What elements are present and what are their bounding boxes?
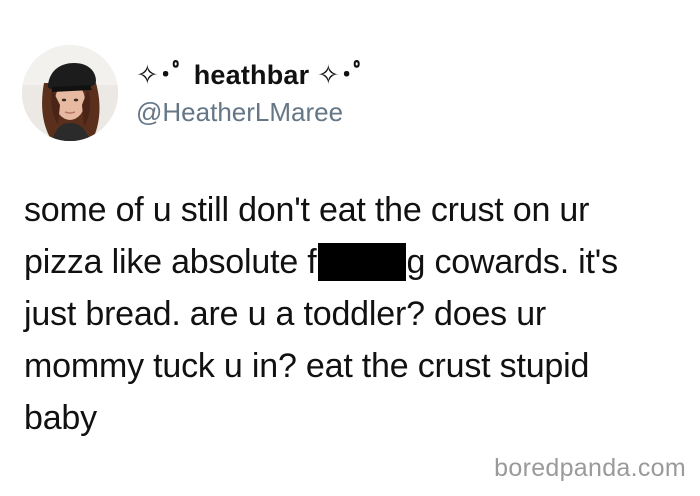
tweet-line: mommy tuck u in? eat the crust stupid	[24, 347, 590, 385]
user-handle[interactable]: @HeatherLMaree	[136, 96, 656, 128]
tweet-line-segment: g cowards. it's	[406, 243, 619, 281]
tweet-line: baby	[24, 399, 97, 437]
tweet-line: pizza like absolute f g cowards. it's	[24, 236, 684, 288]
display-name[interactable]: ✧･ﾟ heathbar ✧･ﾟ	[136, 58, 656, 92]
tweet-line: just bread. are u a toddler? does ur	[24, 295, 547, 333]
tweet-line-segment: pizza like absolute f	[24, 243, 317, 281]
tweet-card: ✧･ﾟ heathbar ✧･ﾟ @HeatherLMaree some of …	[0, 0, 700, 496]
avatar[interactable]	[22, 45, 118, 141]
tweet-text: some of u still don't eat the crust on u…	[24, 184, 684, 444]
author-names: ✧･ﾟ heathbar ✧･ﾟ @HeatherLMaree	[136, 58, 656, 128]
watermark: boredpanda.com	[494, 454, 686, 482]
profile-photo-icon	[22, 45, 118, 141]
redaction-bar	[317, 243, 406, 281]
tweet-line: some of u still don't eat the crust on u…	[24, 191, 590, 229]
